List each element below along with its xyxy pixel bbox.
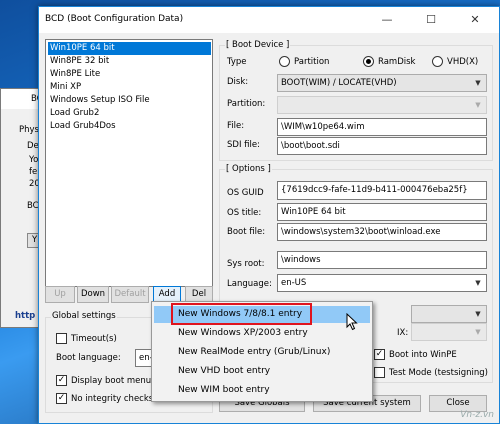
os-title-input[interactable]: Win10PE 64 bit (277, 203, 487, 221)
up-button[interactable]: Up (45, 286, 75, 303)
background-tab[interactable]: Phys (19, 125, 39, 135)
menu-item-new-wim[interactable]: New WIM boot entry (154, 382, 370, 399)
global-settings-label: Global settings (51, 311, 117, 321)
maximize-button[interactable]: ☐ (409, 7, 453, 33)
type-ramdisk-label: RamDisk (378, 57, 416, 67)
boot-file-label: Boot file: (227, 227, 266, 237)
chevron-down-icon: ▼ (475, 101, 481, 109)
boot-file-input[interactable]: \windows\system32\boot\winload.exe (277, 223, 487, 241)
timeout-checkbox[interactable] (56, 333, 67, 344)
title-bar: BCD (Boot Configuration Data) — ☐ ✕ (39, 7, 499, 33)
display-boot-menu-checkbox[interactable]: ✓ (56, 375, 67, 386)
nx-select[interactable]: ▼ (411, 323, 487, 341)
list-item[interactable]: Windows Setup ISO File (48, 94, 211, 107)
file-label: File: (227, 121, 245, 131)
no-integrity-label: No integrity checks (71, 394, 154, 404)
hidden-option-select[interactable]: ▼ (411, 305, 487, 323)
type-label: Type (227, 57, 247, 67)
boot-entry-list[interactable]: Win10PE 64 bit Win8PE 32 bit Win8PE Lite… (45, 39, 213, 287)
watermark: Vn-z.vn (460, 410, 494, 420)
options-group-label: [ Options ] (225, 164, 272, 174)
boot-winpe-label: Boot into WinPE (389, 350, 457, 360)
type-ramdisk-radio[interactable] (363, 56, 374, 67)
list-item[interactable]: Win8PE Lite (48, 68, 211, 81)
partition-select[interactable]: ▼ (277, 96, 487, 114)
type-partition-radio[interactable] (279, 56, 290, 67)
menu-item-new-realmode[interactable]: New RealMode entry (Grub/Linux) (154, 344, 370, 361)
boot-language-label: Boot language: (56, 353, 121, 363)
chevron-down-icon: ▼ (475, 328, 481, 336)
chevron-down-icon: ▼ (475, 79, 481, 87)
disk-select[interactable]: BOOT(WIM) / LOCATE(VHD) ▼ (277, 74, 487, 92)
background-group-2: BC (27, 201, 39, 211)
boot-winpe-checkbox[interactable]: ✓ (374, 349, 385, 360)
os-title-label: OS title: (227, 208, 262, 218)
chevron-down-icon: ▼ (475, 279, 481, 287)
disk-label: Disk: (227, 77, 249, 87)
partition-label: Partition: (227, 99, 266, 109)
background-button-label: Y (32, 235, 38, 245)
background-group: De (27, 141, 39, 151)
mouse-cursor-icon (346, 313, 358, 331)
list-item[interactable]: Win10PE 64 bit (48, 42, 211, 55)
nx-label: IX: (397, 328, 409, 338)
disk-value: BOOT(WIM) / LOCATE(VHD) (281, 78, 397, 88)
test-mode-checkbox[interactable] (374, 367, 385, 378)
language-select[interactable]: en-US ▼ (277, 274, 487, 292)
type-partition-label: Partition (294, 57, 330, 67)
language-value: en-US (281, 278, 307, 288)
default-button[interactable]: Default (111, 286, 149, 303)
os-guid-input[interactable]: {7619dcc9-fafe-11d9-b411-000476eba25f} (277, 181, 487, 200)
highlight-box (171, 303, 312, 325)
list-item[interactable]: Load Grub4Dos (48, 120, 211, 133)
background-link[interactable]: http (15, 311, 35, 321)
window-title: BCD (Boot Configuration Data) (45, 14, 184, 24)
background-line-2: fe (29, 167, 38, 177)
type-vhd-label: VHD(X) (447, 57, 479, 67)
timeout-label: Timeout(s) (71, 334, 117, 344)
os-guid-label: OS GUID (227, 188, 264, 198)
minimize-button[interactable]: — (365, 7, 409, 33)
background-line-1: Yo (29, 155, 39, 165)
list-item[interactable]: Mini XP (48, 81, 211, 94)
list-item[interactable]: Win8PE 32 bit (48, 55, 211, 68)
sys-root-input[interactable]: \windows (277, 251, 487, 269)
menu-item-new-windows-xp[interactable]: New Windows XP/2003 entry (154, 325, 370, 342)
chevron-down-icon: ▼ (475, 310, 481, 318)
close-window-button[interactable]: ✕ (453, 7, 497, 33)
sys-root-label: Sys root: (227, 259, 265, 269)
test-mode-label: Test Mode (testsigning) (389, 368, 488, 378)
menu-item-new-vhd[interactable]: New VHD boot entry (154, 363, 370, 380)
display-boot-menu-label: Display boot menu (71, 376, 152, 386)
list-item[interactable]: Load Grub2 (48, 107, 211, 120)
boot-device-group-label: [ Boot Device ] (225, 40, 291, 50)
no-integrity-checkbox[interactable]: ✓ (56, 393, 67, 404)
file-input[interactable]: \WIM\w10pe64.wim (277, 118, 487, 136)
sdi-file-label: SDI file: (227, 140, 260, 150)
sdi-file-input[interactable]: \boot\boot.sdi (277, 137, 487, 155)
language-label: Language: (227, 279, 272, 289)
down-button[interactable]: Down (77, 286, 109, 303)
type-vhd-radio[interactable] (432, 56, 443, 67)
